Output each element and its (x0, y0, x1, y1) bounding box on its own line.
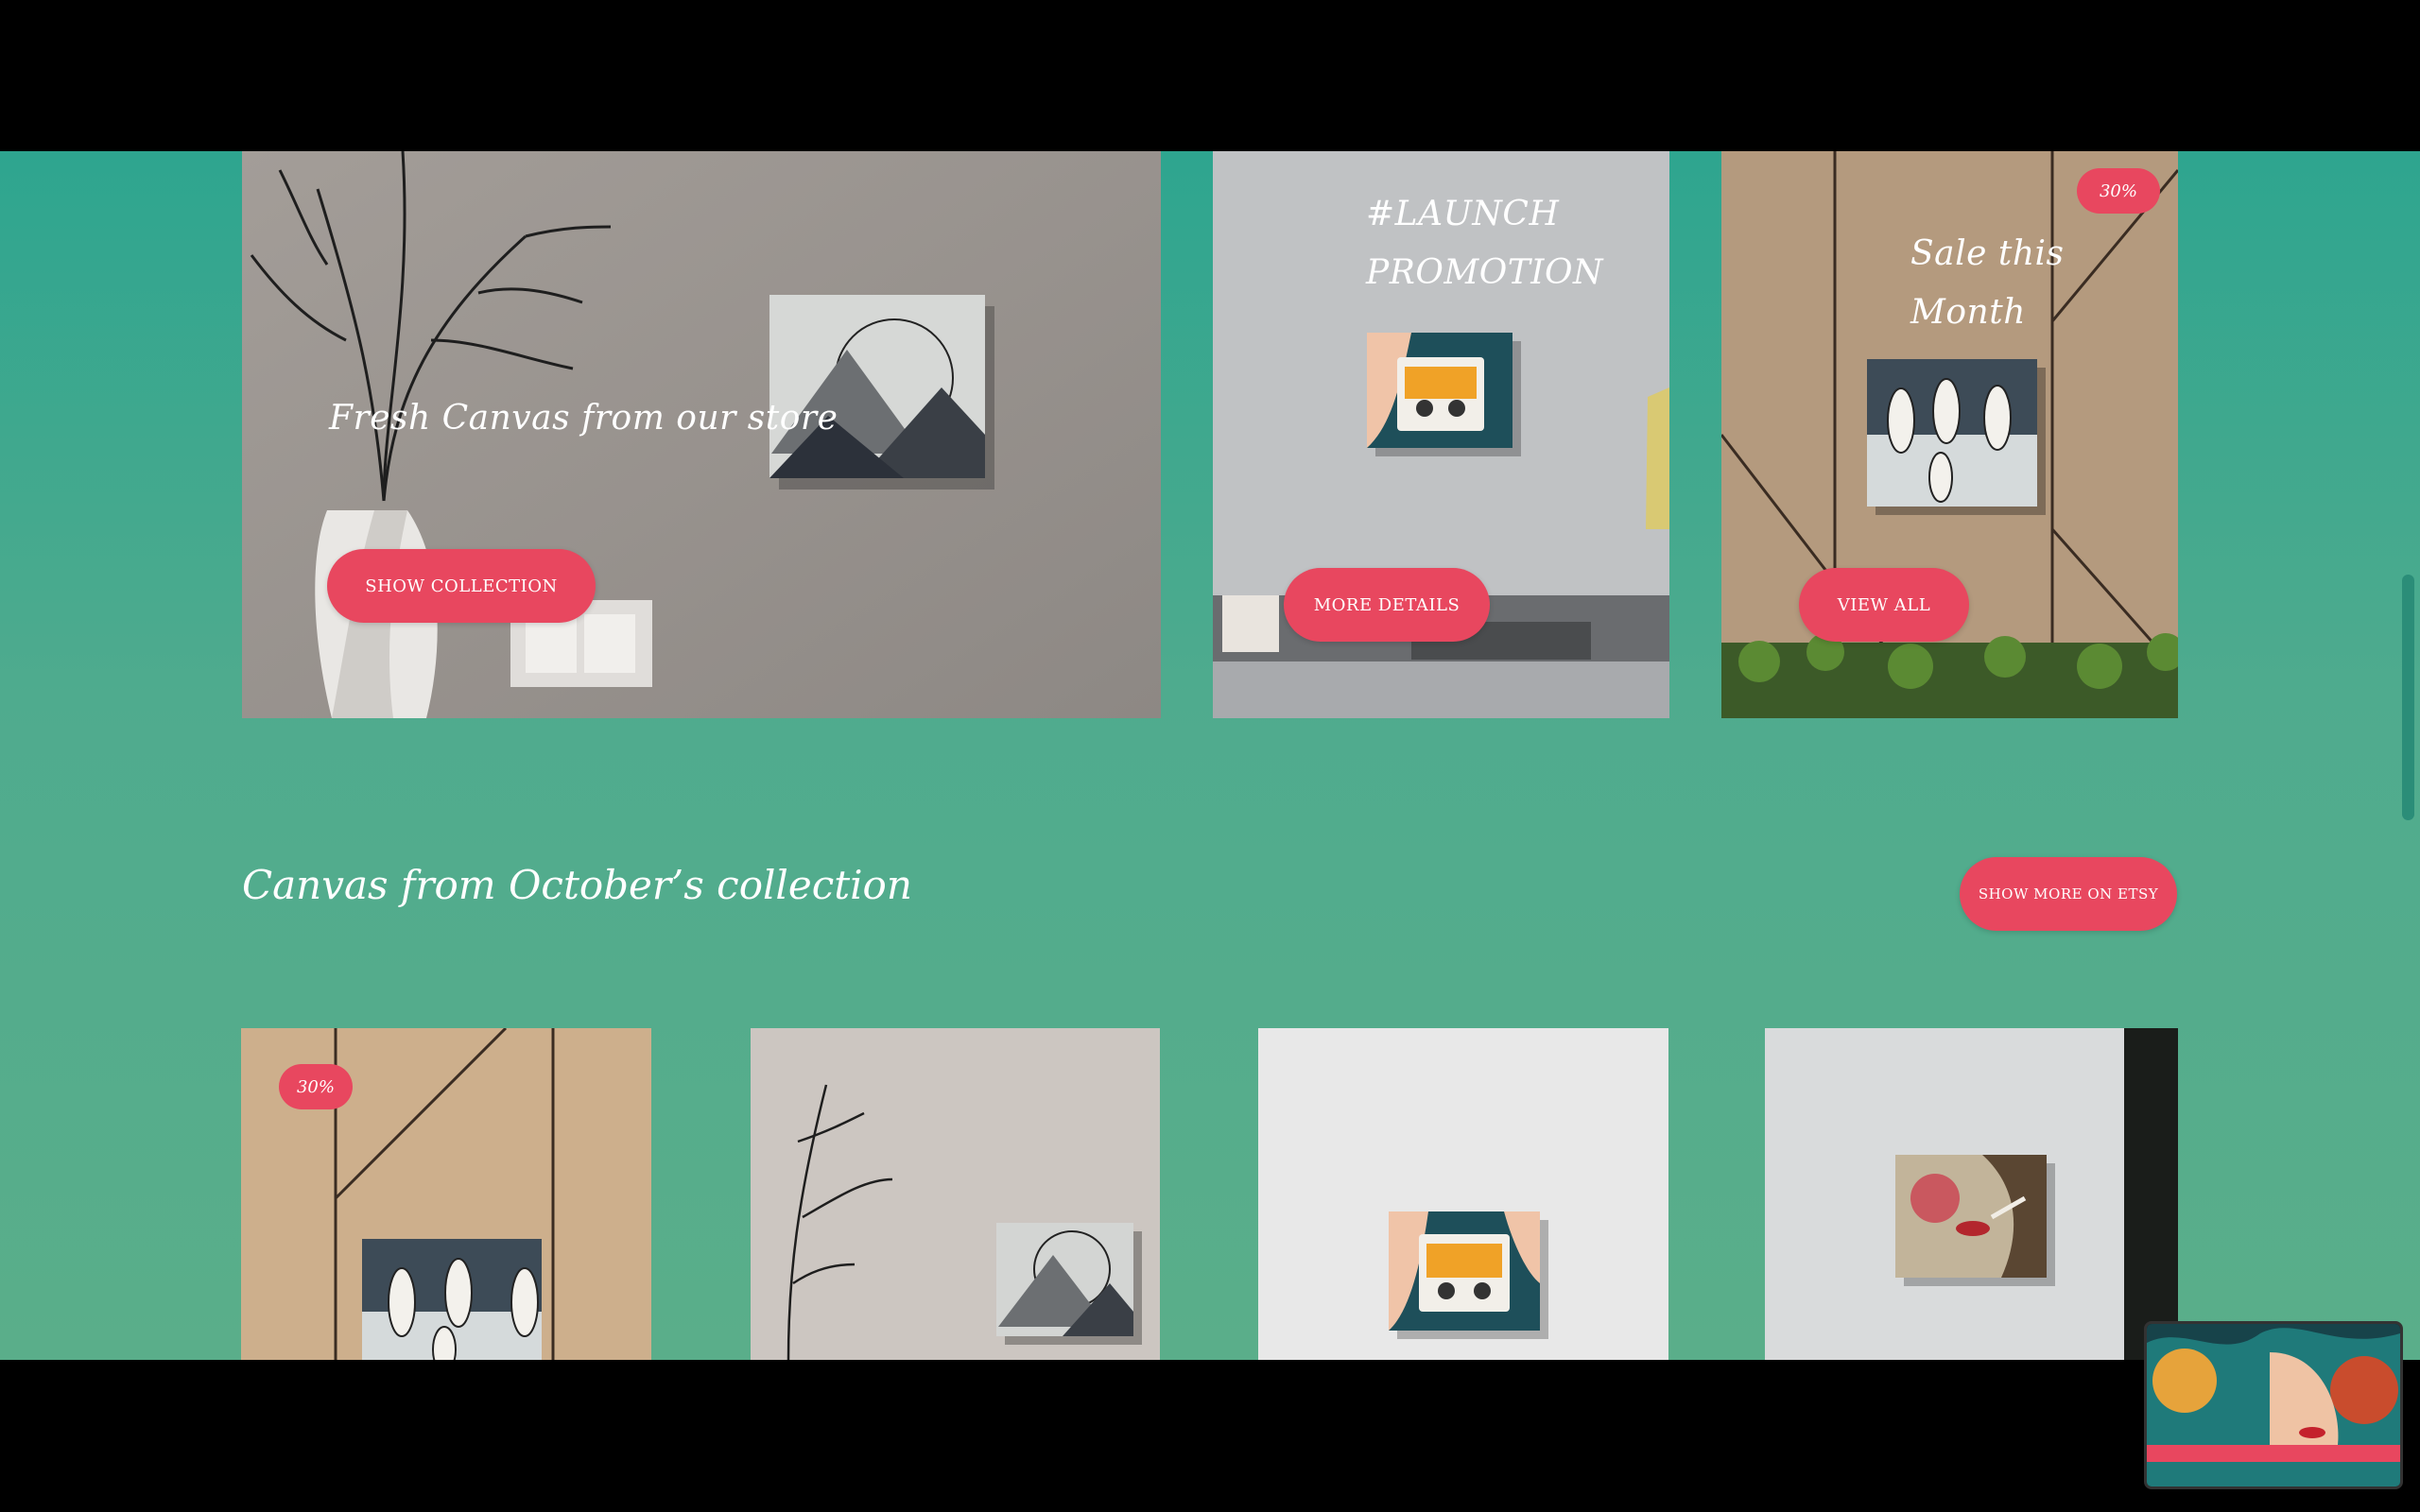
hero-main-title: Fresh Canvas from our store (329, 399, 838, 438)
sale-title-line1: Sale this (1910, 234, 2065, 273)
page-content: Fresh Canvas from our store SHOW COLLECT… (0, 151, 2420, 1360)
top-letterbox (0, 0, 2420, 151)
show-collection-button[interactable]: SHOW COLLECTION (327, 549, 596, 623)
launch-promotion-card: #LAUNCH PROMOTION MORE DETAILS (1213, 151, 1669, 718)
sale-card: 30% Sale this Month VIEW ALL (1721, 151, 2178, 718)
scrollbar-thumb[interactable] (2402, 575, 2414, 820)
show-more-on-etsy-button[interactable]: SHOW MORE ON ETSY (1960, 857, 2177, 931)
woman-portrait-canvas-image (1765, 1028, 2178, 1360)
product-card[interactable]: 30% (241, 1028, 651, 1360)
product-card[interactable] (1258, 1028, 1668, 1360)
product-card[interactable] (751, 1028, 1160, 1360)
launch-title-line1: #LAUNCH (1366, 195, 1560, 233)
bottom-letterbox (0, 1360, 2420, 1512)
sale-title-line2: Month (1910, 293, 2026, 332)
more-details-button[interactable]: MORE DETAILS (1284, 568, 1490, 642)
product-card[interactable] (1765, 1028, 2178, 1360)
sale-discount-badge: 30% (2077, 168, 2160, 214)
launch-title-line2: PROMOTION (1366, 253, 1603, 292)
mountains-canvas-image (751, 1028, 1160, 1360)
colorful-portrait-thumbnail (2147, 1324, 2400, 1486)
preview-thumbnail-window[interactable] (2144, 1321, 2403, 1489)
october-collection-title: Canvas from October’s collection (242, 862, 912, 908)
product-discount-badge: 30% (279, 1064, 353, 1109)
view-all-button[interactable]: VIEW ALL (1799, 568, 1969, 642)
hero-main-card: Fresh Canvas from our store SHOW COLLECT… (242, 151, 1161, 718)
cassette-canvas-image (1258, 1028, 1668, 1360)
